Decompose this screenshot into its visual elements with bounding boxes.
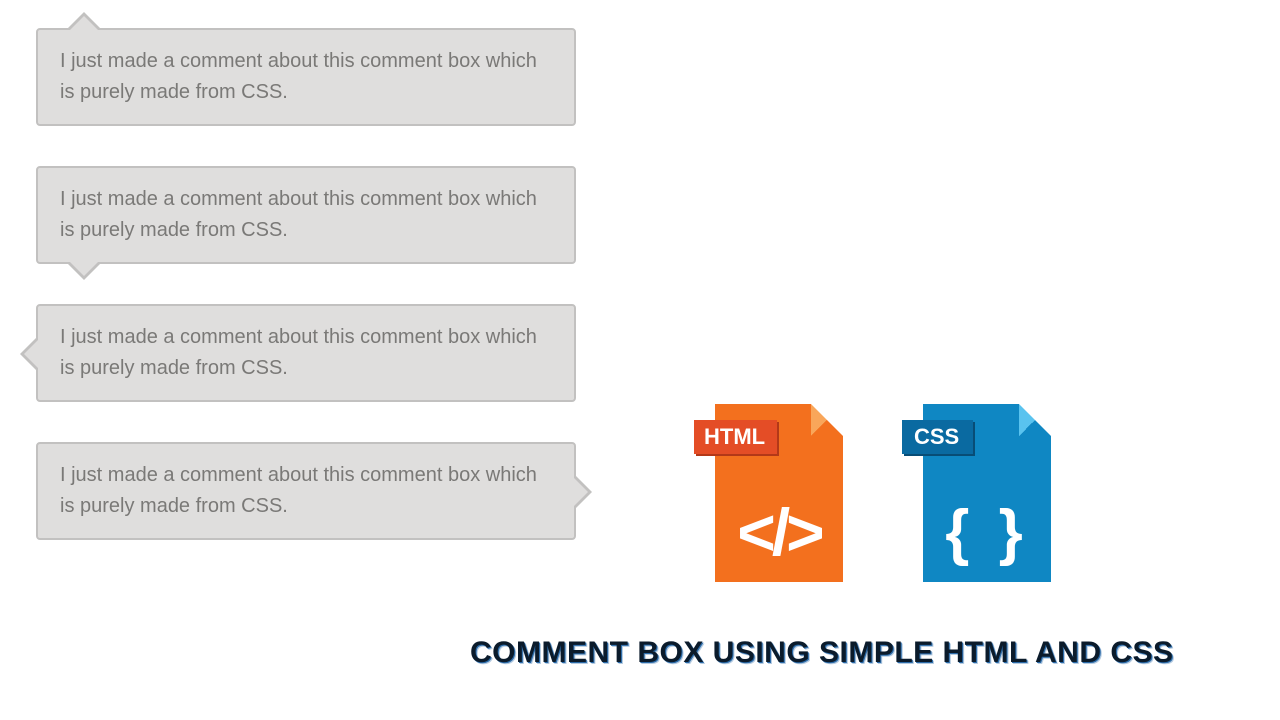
comment-text: I just made a comment about this comment… <box>60 322 552 384</box>
speech-pointer-icon <box>68 260 100 276</box>
speech-pointer-icon <box>572 476 588 508</box>
comment-box: I just made a comment about this comment… <box>36 166 576 264</box>
comment-box: I just made a comment about this comment… <box>36 28 576 126</box>
file-fold-icon <box>1019 404 1051 436</box>
comment-text: I just made a comment about this comment… <box>60 46 552 108</box>
comment-box: I just made a comment about this comment… <box>36 442 576 540</box>
css-file-icon: { } CSS <box>908 398 1058 598</box>
speech-pointer-icon <box>24 338 40 370</box>
comments-column: I just made a comment about this comment… <box>36 28 576 580</box>
file-icons-row: </> HTML { } CSS <box>700 398 1058 598</box>
html-file-icon: </> HTML <box>700 398 850 598</box>
comment-text: I just made a comment about this comment… <box>60 184 552 246</box>
comment-box: I just made a comment about this comment… <box>36 304 576 402</box>
speech-pointer-icon <box>68 16 100 32</box>
css-glyph: { } <box>923 502 1051 564</box>
file-fold-icon <box>811 404 843 436</box>
page-title: COMMENT BOX USING SIMPLE HTML AND CSS <box>470 636 1270 670</box>
html-badge: HTML <box>694 420 777 454</box>
html-glyph: </> <box>715 499 843 565</box>
css-badge: CSS <box>902 420 973 454</box>
comment-text: I just made a comment about this comment… <box>60 460 552 522</box>
